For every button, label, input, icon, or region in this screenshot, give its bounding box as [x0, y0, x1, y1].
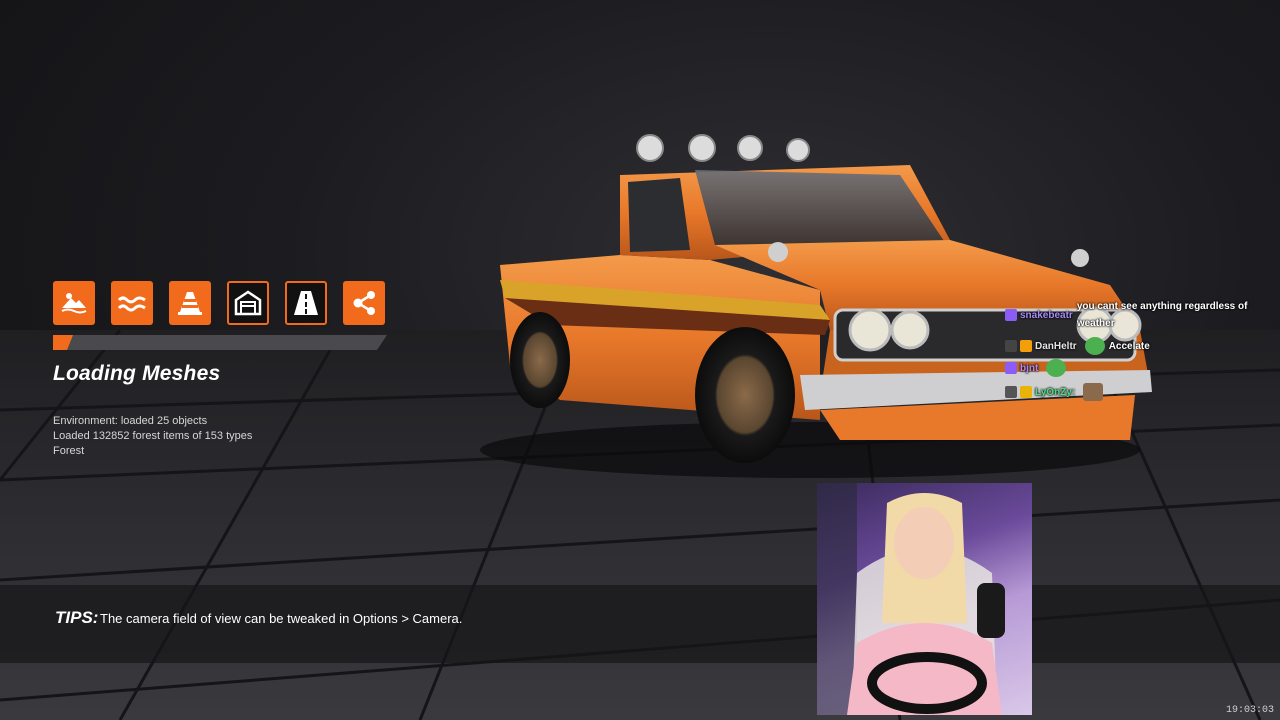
status-line: Forest [53, 445, 85, 457]
tips-text: The camera field of view can be tweaked … [100, 611, 463, 626]
chat-username: snakebeatr [1020, 309, 1073, 321]
mod-badge-icon [1005, 340, 1017, 352]
chat-message: bjnt [1005, 359, 1070, 377]
tips-label: TIPS: [55, 608, 99, 627]
status-line: Loaded 132852 forest items of 153 types [53, 430, 253, 442]
chat-username: LyOnZy: [1035, 386, 1076, 398]
game-mode-icons [53, 281, 385, 325]
loading-progress-fill [53, 335, 74, 350]
stream-clock: 19:03:03 [1225, 705, 1274, 716]
subscriber-badge-icon [1005, 309, 1017, 321]
streamer-webcam [817, 483, 1032, 715]
water-waves-icon [111, 281, 153, 325]
share-nodes-icon [343, 281, 385, 325]
chat-username: DanHeltr [1035, 340, 1077, 352]
chat-message: DanHeltr Accelate [1005, 337, 1150, 355]
bits-badge-icon [1020, 340, 1032, 352]
bits-badge-icon [1020, 386, 1032, 398]
chat-message: snakebeatr you cant see anything regardl… [1005, 298, 1262, 332]
subscriber-badge-icon [1005, 362, 1017, 374]
pepe-emote-icon [1046, 359, 1067, 377]
loading-status: Environment: loaded 25 objects Loaded 13… [53, 414, 252, 459]
road-icon [285, 281, 327, 325]
traffic-cone-icon [169, 281, 211, 325]
status-line: Environment: loaded 25 objects [53, 415, 208, 427]
game-scene: Loading Meshes Environment: loaded 25 ob… [0, 0, 1280, 720]
pepe-emote-icon [1084, 337, 1105, 355]
garage-icon [227, 281, 269, 325]
face-emote-icon [1083, 383, 1104, 401]
chat-message: LyOnZy: [1005, 383, 1107, 401]
chat-text: Accelate [1108, 340, 1150, 352]
loading-progress-bar [53, 335, 387, 350]
mod-badge-icon [1005, 386, 1017, 398]
chat-username: bjnt [1020, 362, 1039, 374]
chat-text: you cant see anything regardless of weat… [1076, 301, 1248, 329]
loading-title: Loading Meshes [53, 362, 221, 385]
hill-climb-icon [53, 281, 95, 325]
